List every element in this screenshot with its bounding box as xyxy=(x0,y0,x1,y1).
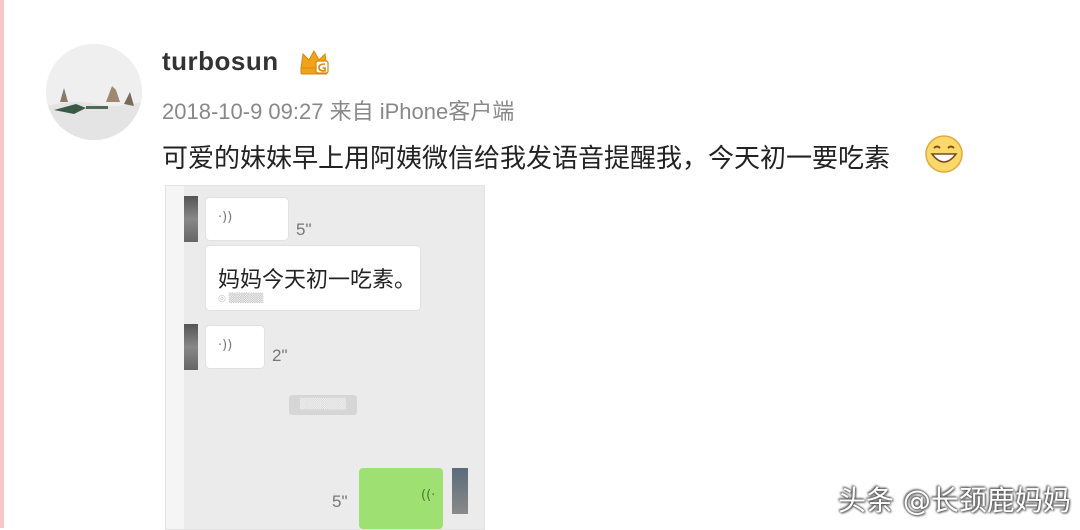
post-source: 来自 iPhone客户端 xyxy=(329,99,515,124)
chat-time-divider: ▒▒▒▒▒▒ xyxy=(289,395,357,415)
chat-screenshot: ·)) 5" 妈妈今天初一吃素。 ◎ ▒▒▒▒▒ ·)) 2" ▒▒▒▒▒▒ 5… xyxy=(184,186,484,529)
post-meta: 2018-10-9 09:27 来自 iPhone客户端 xyxy=(162,94,514,126)
vip-crown-icon[interactable] xyxy=(297,46,331,80)
transcript-note: ◎ ▒▒▒▒▒ xyxy=(218,294,264,304)
post-text: 可爱的妹妹早上用阿姨微信给我发语音提醒我，今天初一要吃素 xyxy=(162,144,891,174)
transcript-bubble: 妈妈今天初一吃素。 ◎ ▒▒▒▒▒ xyxy=(206,246,420,310)
voice-duration: 2" xyxy=(272,346,288,365)
screenshot-embed[interactable]: ·)) 5" 妈妈今天初一吃素。 ◎ ▒▒▒▒▒ ·)) 2" ▒▒▒▒▒▒ 5… xyxy=(165,185,485,530)
own-voice-message-bubble[interactable]: ((· xyxy=(359,468,443,529)
voice-message-bubble[interactable]: ·)) xyxy=(206,326,264,368)
contact-avatar xyxy=(184,324,198,370)
avatar-image xyxy=(46,44,142,140)
username[interactable]: turbosun xyxy=(162,46,279,77)
contact-avatar xyxy=(184,196,198,242)
watermark: 头条 @长颈鹿妈妈 xyxy=(838,484,1071,517)
voice-duration: 5" xyxy=(332,492,348,511)
voice-wave-icon: ((· xyxy=(421,488,436,503)
voice-wave-icon: ·)) xyxy=(218,338,233,353)
avatar[interactable] xyxy=(46,44,142,140)
left-accent-border xyxy=(0,0,4,528)
post-timestamp[interactable]: 2018-10-9 09:27 xyxy=(162,99,323,124)
voice-message-bubble[interactable]: ·)) xyxy=(206,198,288,240)
transcript-text: 妈妈今天初一吃素。 xyxy=(218,268,417,293)
own-avatar xyxy=(452,468,468,514)
grinning-emoji-icon xyxy=(925,135,963,173)
voice-wave-icon: ·)) xyxy=(218,210,233,225)
voice-duration: 5" xyxy=(296,220,312,239)
